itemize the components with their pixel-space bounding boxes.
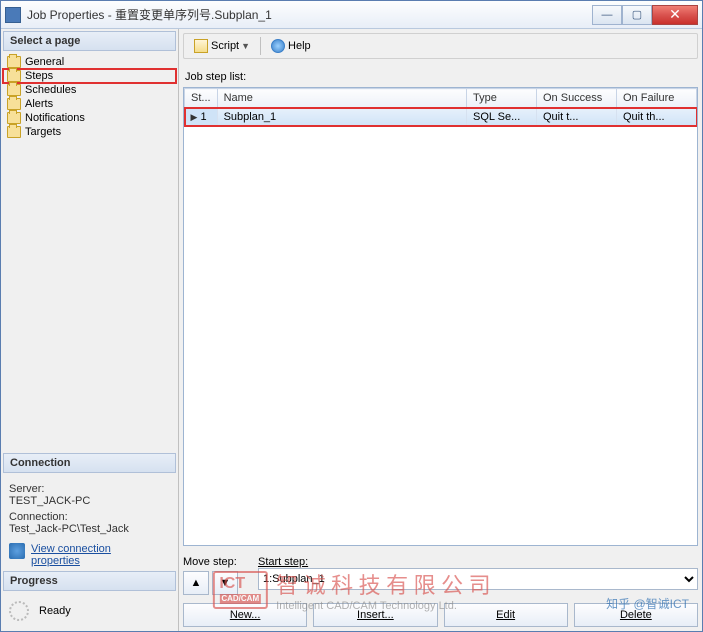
cell-name: Subplan_1 bbox=[217, 108, 466, 127]
sidebar-item-alerts[interactable]: Alerts bbox=[3, 97, 176, 111]
progress-spinner-icon bbox=[9, 601, 29, 621]
connection-icon bbox=[9, 543, 25, 559]
move-step-label: Move step: bbox=[183, 556, 238, 568]
minimize-button[interactable]: — bbox=[592, 5, 622, 25]
folder-icon bbox=[7, 84, 21, 96]
help-label: Help bbox=[288, 40, 311, 52]
connection-header: Connection bbox=[3, 453, 176, 473]
folder-icon bbox=[7, 112, 21, 124]
cell-type: SQL Se... bbox=[467, 108, 537, 127]
script-icon bbox=[194, 39, 208, 53]
progress-panel: Ready bbox=[3, 593, 176, 629]
titlebar: Job Properties - 重置变更单序列号.Subplan_1 — ▢ … bbox=[1, 1, 702, 29]
folder-icon bbox=[7, 98, 21, 110]
folder-icon bbox=[7, 56, 21, 68]
sidebar-item-label: Targets bbox=[25, 126, 61, 138]
connection-panel: Server: TEST_JACK-PC Connection: Test_Ja… bbox=[3, 475, 176, 571]
select-page-header: Select a page bbox=[3, 31, 176, 51]
page-nav: General Steps Schedules Alerts Notificat… bbox=[3, 53, 176, 141]
col-name[interactable]: Name bbox=[217, 89, 466, 108]
job-step-table[interactable]: St... Name Type On Success On Failure ▶ … bbox=[183, 87, 698, 546]
new-button[interactable]: New... bbox=[183, 603, 307, 627]
job-step-list-label: Job step list: bbox=[185, 71, 698, 83]
sidebar-item-schedules[interactable]: Schedules bbox=[3, 83, 176, 97]
toolbar-separator bbox=[260, 37, 261, 55]
app-icon bbox=[5, 7, 21, 23]
window-title: Job Properties - 重置变更单序列号.Subplan_1 bbox=[27, 6, 592, 23]
move-up-button[interactable]: ▲ bbox=[183, 571, 209, 595]
toolbar: Script ▼ Help bbox=[183, 33, 698, 59]
table-row[interactable]: ▶ 1 Subplan_1 SQL Se... Quit t... Quit t… bbox=[185, 108, 697, 127]
cell-on-failure: Quit th... bbox=[617, 108, 697, 127]
start-step-select[interactable]: 1:Subplan_1 bbox=[258, 568, 698, 590]
row-pointer-icon: ▶ bbox=[191, 112, 198, 122]
sidebar-item-notifications[interactable]: Notifications bbox=[3, 111, 176, 125]
folder-icon bbox=[7, 70, 21, 82]
maximize-button[interactable]: ▢ bbox=[622, 5, 652, 25]
sidebar: Select a page General Steps Schedules Al… bbox=[1, 29, 179, 631]
insert-button[interactable]: Insert... bbox=[313, 603, 437, 627]
sidebar-item-label: Alerts bbox=[25, 98, 53, 110]
sidebar-item-label: Notifications bbox=[25, 112, 85, 124]
edit-button[interactable]: Edit bbox=[444, 603, 568, 627]
sidebar-item-label: Steps bbox=[25, 70, 53, 82]
progress-status: Ready bbox=[39, 605, 71, 617]
help-icon bbox=[271, 39, 285, 53]
cell-on-success: Quit t... bbox=[537, 108, 617, 127]
server-label: Server: bbox=[9, 483, 170, 495]
script-button[interactable]: Script ▼ bbox=[190, 37, 254, 55]
col-type[interactable]: Type bbox=[467, 89, 537, 108]
cell-step: 1 bbox=[200, 111, 206, 123]
sidebar-item-general[interactable]: General bbox=[3, 55, 176, 69]
sidebar-item-targets[interactable]: Targets bbox=[3, 125, 176, 139]
sidebar-item-label: General bbox=[25, 56, 64, 68]
start-step-label: Start step: bbox=[258, 556, 308, 568]
progress-header: Progress bbox=[3, 571, 176, 591]
move-down-button[interactable]: ▼ bbox=[212, 571, 238, 595]
sidebar-item-steps[interactable]: Steps bbox=[3, 69, 176, 83]
help-button[interactable]: Help bbox=[267, 37, 315, 55]
col-on-success[interactable]: On Success bbox=[537, 89, 617, 108]
close-button[interactable]: ✕ bbox=[652, 5, 698, 25]
server-value: TEST_JACK-PC bbox=[9, 495, 170, 507]
folder-icon bbox=[7, 126, 21, 138]
main-panel: Script ▼ Help Job step list: St... Name bbox=[179, 29, 702, 631]
connection-label: Connection: bbox=[9, 511, 170, 523]
view-connection-link[interactable]: View connectionproperties bbox=[31, 543, 111, 567]
col-on-failure[interactable]: On Failure bbox=[617, 89, 697, 108]
delete-button[interactable]: Delete bbox=[574, 603, 698, 627]
sidebar-item-label: Schedules bbox=[25, 84, 76, 96]
col-step[interactable]: St... bbox=[185, 89, 218, 108]
chevron-down-icon: ▼ bbox=[241, 41, 250, 51]
script-label: Script bbox=[211, 40, 239, 52]
connection-value: Test_Jack-PC\Test_Jack bbox=[9, 523, 170, 535]
